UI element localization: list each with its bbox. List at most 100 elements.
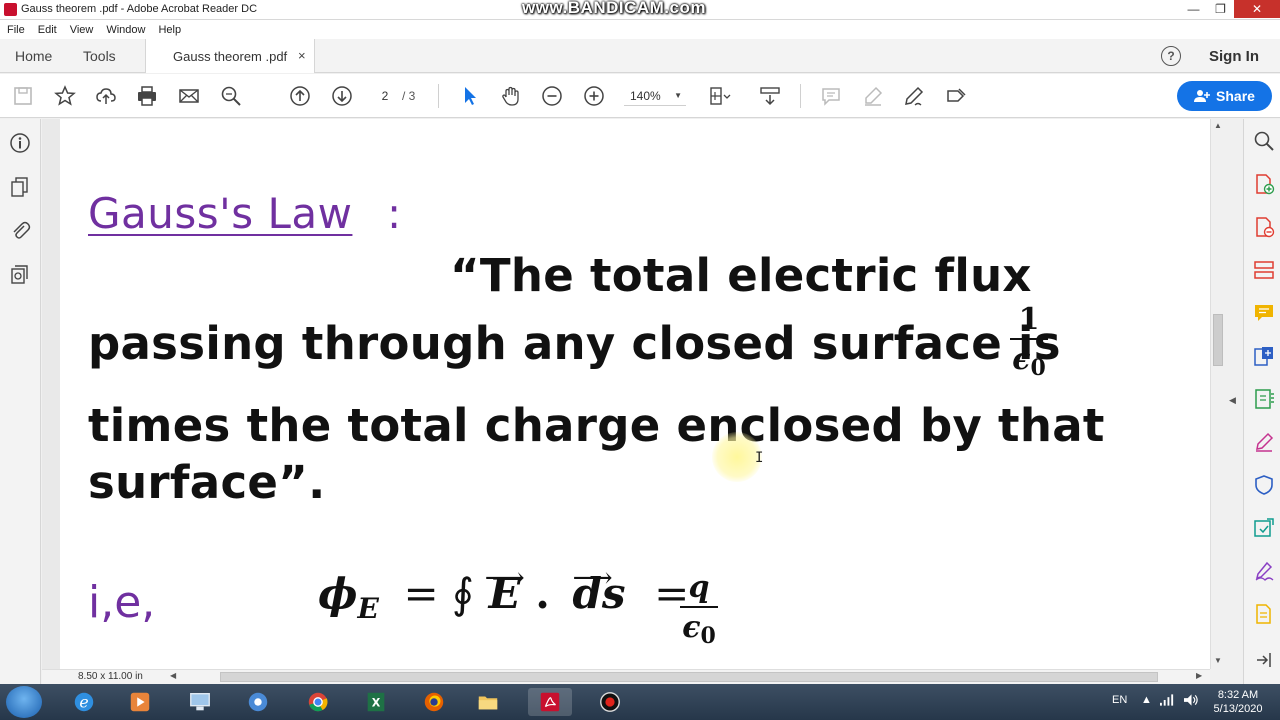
internet-explorer-icon[interactable]: e xyxy=(62,688,106,716)
scroll-mode-icon[interactable] xyxy=(758,84,782,108)
highlight-icon[interactable] xyxy=(861,84,885,108)
excel-icon[interactable]: X xyxy=(354,688,398,716)
minimize-button[interactable]: — xyxy=(1180,0,1207,18)
computer-icon[interactable] xyxy=(178,688,222,716)
menu-edit[interactable]: Edit xyxy=(38,24,57,36)
input-language[interactable]: EN xyxy=(1112,694,1127,706)
fill-and-sign-icon[interactable] xyxy=(1253,431,1275,453)
scroll-right-icon[interactable]: ▶ xyxy=(1196,671,1202,680)
fill-sign-icon[interactable] xyxy=(944,84,968,108)
help-icon[interactable]: ? xyxy=(1161,46,1181,66)
collapse-tools-icon[interactable] xyxy=(1253,649,1275,671)
star-icon[interactable] xyxy=(53,84,77,108)
previous-page-icon[interactable] xyxy=(288,84,312,108)
send-for-review-icon[interactable] xyxy=(1253,517,1275,539)
scroll-up-icon[interactable]: ▲ xyxy=(1214,121,1222,130)
print-icon[interactable] xyxy=(135,84,159,108)
create-pdf-icon[interactable] xyxy=(1253,173,1275,195)
fraction-numerator: 1 xyxy=(1018,302,1040,337)
menu-view[interactable]: View xyxy=(70,24,94,36)
export-pdf-icon[interactable] xyxy=(1253,216,1275,238)
attachment-icon[interactable] xyxy=(9,219,31,241)
statement-line-3: times the total charge enclosed by that xyxy=(88,399,1105,452)
media-player-icon[interactable] xyxy=(118,688,162,716)
file-explorer-icon[interactable] xyxy=(466,688,510,716)
fraction-denominator: ϵ0 xyxy=(682,610,716,650)
svg-text:X: X xyxy=(372,697,381,710)
vector-ds: ⟶ ds xyxy=(572,561,626,618)
close-window-button[interactable]: ✕ xyxy=(1234,0,1280,18)
request-signature-icon[interactable] xyxy=(1253,560,1275,582)
info-icon[interactable] xyxy=(9,132,31,154)
menu-file[interactable]: File xyxy=(7,24,25,36)
bandicam-icon[interactable] xyxy=(588,688,632,716)
tab-tools[interactable]: Tools xyxy=(83,48,116,64)
maximize-button[interactable]: ❐ xyxy=(1207,0,1234,18)
vertical-scroll-thumb[interactable] xyxy=(1213,314,1223,366)
q-over-epsilon-fraction: q ϵ0 xyxy=(680,571,718,653)
close-tab-icon[interactable]: × xyxy=(298,48,306,63)
more-tools-icon[interactable] xyxy=(1253,603,1275,625)
document-heading: Gauss's Law xyxy=(88,189,353,238)
page-size-readout: 8.50 x 11.00 in xyxy=(78,671,143,682)
comment-tool-icon[interactable] xyxy=(1253,302,1275,324)
vector-arrow-icon: ⟶ xyxy=(484,561,525,594)
browser-icon[interactable] xyxy=(236,688,280,716)
draw-icon[interactable] xyxy=(902,84,926,108)
scroll-down-icon[interactable]: ▼ xyxy=(1214,656,1222,665)
volume-icon[interactable] xyxy=(1184,694,1199,709)
window-title: Gauss theorem .pdf - Adobe Acrobat Reade… xyxy=(21,3,258,15)
find-text-icon[interactable] xyxy=(219,84,243,108)
sign-in-link[interactable]: Sign In xyxy=(1209,48,1259,65)
menu-help[interactable]: Help xyxy=(158,24,181,36)
zoom-level-select[interactable]: 140% ▼ xyxy=(624,86,686,106)
ie-label: i,e, xyxy=(88,577,156,628)
save-icon[interactable] xyxy=(11,84,35,108)
email-icon[interactable] xyxy=(177,84,201,108)
vector-arrow-icon: ⟶ xyxy=(572,561,612,594)
horizontal-scrollbar[interactable]: 8.50 x 11.00 in ◀ ▶ xyxy=(42,669,1210,684)
document-viewport[interactable]: Gauss's Law : “The total electric flux p… xyxy=(42,119,1210,669)
acrobat-taskbar-icon[interactable] xyxy=(528,688,572,716)
hand-tool-icon[interactable] xyxy=(499,84,523,108)
share-button[interactable]: Share xyxy=(1177,81,1272,111)
layers-icon[interactable] xyxy=(9,264,31,286)
organize-pages-icon[interactable] xyxy=(1253,259,1275,281)
clock-date: 5/13/2020 xyxy=(1213,703,1263,715)
protect-icon[interactable] xyxy=(1253,474,1275,496)
zoom-out-icon[interactable] xyxy=(540,84,564,108)
combine-files-icon[interactable] xyxy=(1253,345,1275,367)
tab-document[interactable]: Gauss theorem .pdf × xyxy=(145,39,315,73)
horizontal-scroll-thumb[interactable] xyxy=(220,672,1158,682)
flux-symbol: ϕ xyxy=(318,569,358,618)
toolbar-divider xyxy=(438,84,439,108)
firefox-icon[interactable] xyxy=(412,688,456,716)
tab-row: Home Tools Gauss theorem .pdf × ? Sign I… xyxy=(0,39,1280,73)
page-total: / 3 xyxy=(402,89,416,103)
chrome-icon[interactable] xyxy=(296,688,340,716)
next-page-icon[interactable] xyxy=(330,84,354,108)
show-hidden-icons[interactable]: ▲ xyxy=(1141,694,1152,706)
equals-integral: = ∮ xyxy=(403,569,474,618)
compress-pdf-icon[interactable] xyxy=(1253,388,1275,410)
menu-window[interactable]: Window xyxy=(106,24,145,36)
zoom-in-icon[interactable] xyxy=(582,84,606,108)
vector-e: ⟶ E xyxy=(484,561,525,618)
comment-icon[interactable] xyxy=(819,84,843,108)
system-clock[interactable]: 8:32 AM 5/13/2020 xyxy=(1209,688,1267,716)
scroll-left-icon[interactable]: ◀ xyxy=(170,671,176,680)
statement-line-1: “The total electric flux xyxy=(450,249,1032,302)
cloud-upload-icon[interactable] xyxy=(94,84,118,108)
page-display-icon[interactable] xyxy=(708,84,732,108)
page-number-input[interactable]: 2 xyxy=(370,86,400,106)
start-button[interactable] xyxy=(6,686,42,718)
page-thumbnails-icon[interactable] xyxy=(9,176,31,198)
vertical-scrollbar[interactable]: ▲ ▼ xyxy=(1210,119,1226,669)
add-person-icon xyxy=(1194,90,1211,102)
network-icon[interactable] xyxy=(1160,694,1175,709)
right-pane-collapse-icon[interactable]: ◀ xyxy=(1229,395,1236,406)
select-tool-icon[interactable] xyxy=(458,84,482,108)
tab-home[interactable]: Home xyxy=(15,48,52,64)
share-label: Share xyxy=(1216,88,1255,104)
search-icon[interactable] xyxy=(1253,130,1275,152)
